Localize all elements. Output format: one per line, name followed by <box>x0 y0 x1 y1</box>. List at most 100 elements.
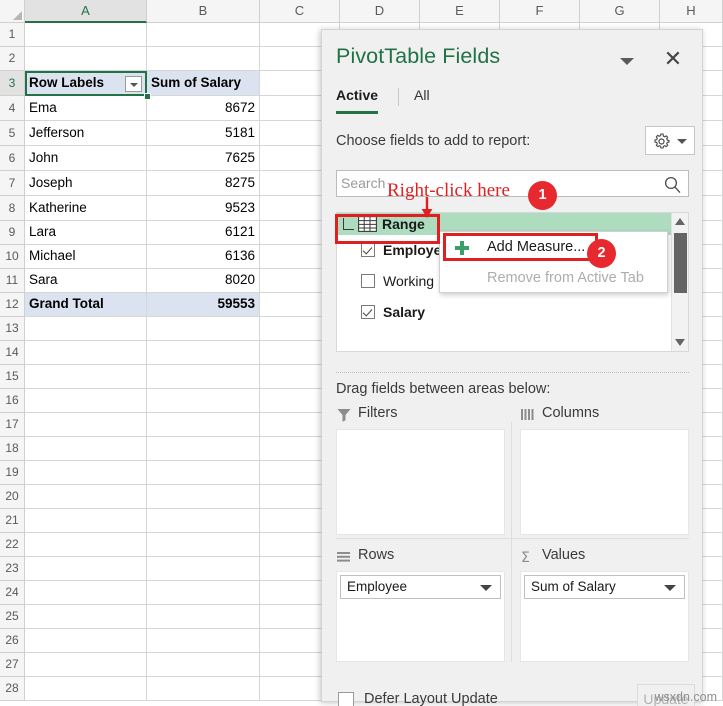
cell-empty[interactable] <box>147 341 260 365</box>
cell-A11[interactable]: Sara <box>25 269 147 293</box>
column-header-g[interactable]: G <box>580 0 660 23</box>
cell-B8[interactable]: 9523 <box>147 196 260 221</box>
row-header-23[interactable]: 23 <box>0 557 25 581</box>
cell-empty[interactable] <box>25 23 147 47</box>
cell-empty[interactable] <box>147 23 260 47</box>
cell-empty[interactable] <box>25 365 147 389</box>
cell-empty[interactable] <box>25 677 147 701</box>
cell-A8[interactable]: Katherine <box>25 196 147 221</box>
cell-empty[interactable] <box>147 653 260 677</box>
row-header-18[interactable]: 18 <box>0 437 25 461</box>
cell-B10[interactable]: 6136 <box>147 245 260 269</box>
cell-empty[interactable] <box>147 437 260 461</box>
cell-empty[interactable] <box>25 509 147 533</box>
row-header-2[interactable]: 2 <box>0 47 25 71</box>
column-header-c[interactable]: C <box>260 0 340 23</box>
field-chip-employee[interactable]: Employee <box>340 575 501 599</box>
row-header-20[interactable]: 20 <box>0 485 25 509</box>
cell-empty[interactable] <box>25 461 147 485</box>
area-columns[interactable]: Columns <box>520 405 689 535</box>
cell-empty[interactable] <box>25 317 147 341</box>
scrollbar-thumb[interactable] <box>674 233 687 293</box>
cell-empty[interactable] <box>147 389 260 413</box>
chevron-down-icon[interactable] <box>480 585 492 591</box>
cell-empty[interactable] <box>147 47 260 71</box>
row-header-11[interactable]: 11 <box>0 269 25 293</box>
defer-layout-update-checkbox[interactable] <box>338 692 354 706</box>
cell-A6[interactable]: John <box>25 146 147 171</box>
cell-empty[interactable] <box>147 557 260 581</box>
cell-empty[interactable] <box>147 509 260 533</box>
row-header-25[interactable]: 25 <box>0 605 25 629</box>
cell-B3[interactable]: Sum of Salary <box>147 71 260 96</box>
row-header-6[interactable]: 6 <box>0 146 25 171</box>
field-list-scrollbar[interactable] <box>671 213 688 351</box>
column-header-f[interactable]: F <box>500 0 580 23</box>
cell-B12[interactable]: 59553 <box>147 293 260 317</box>
column-header-b[interactable]: B <box>147 0 260 23</box>
cell-empty[interactable] <box>25 413 147 437</box>
area-rows-dropzone[interactable]: Employee <box>336 571 505 662</box>
cell-B5[interactable]: 5181 <box>147 121 260 146</box>
row-header-13[interactable]: 13 <box>0 317 25 341</box>
row-header-17[interactable]: 17 <box>0 413 25 437</box>
scroll-down-icon[interactable] <box>672 334 689 351</box>
row-header-12[interactable]: 12 <box>0 293 25 317</box>
cell-empty[interactable] <box>25 653 147 677</box>
tab-active[interactable]: Active <box>336 87 378 114</box>
area-filters-dropzone[interactable] <box>336 429 505 535</box>
row-header-15[interactable]: 15 <box>0 365 25 389</box>
cell-A10[interactable]: Michael <box>25 245 147 269</box>
cell-empty[interactable] <box>25 47 147 71</box>
area-columns-dropzone[interactable] <box>520 429 689 535</box>
row-header-9[interactable]: 9 <box>0 221 25 245</box>
column-header-h[interactable]: H <box>660 0 723 23</box>
row-header-26[interactable]: 26 <box>0 629 25 653</box>
row-header-1[interactable]: 1 <box>0 23 25 47</box>
row-header-10[interactable]: 10 <box>0 245 25 269</box>
cell-empty[interactable] <box>147 317 260 341</box>
row-header-4[interactable]: 4 <box>0 96 25 121</box>
cell-A9[interactable]: Lara <box>25 221 147 245</box>
row-header-27[interactable]: 27 <box>0 653 25 677</box>
cell-A5[interactable]: Jefferson <box>25 121 147 146</box>
cell-B11[interactable]: 8020 <box>147 269 260 293</box>
row-header-3[interactable]: 3 <box>0 71 25 96</box>
area-values-dropzone[interactable]: Sum of Salary <box>520 571 689 662</box>
cell-A3[interactable]: Row Labels <box>25 71 147 96</box>
pane-menu-caret-icon[interactable] <box>620 56 634 66</box>
row-header-21[interactable]: 21 <box>0 509 25 533</box>
field-list-settings-button[interactable] <box>645 126 695 155</box>
area-values[interactable]: Σ Values Sum of Salary <box>520 547 689 662</box>
cell-B9[interactable]: 6121 <box>147 221 260 245</box>
field-chip-sum-of-salary[interactable]: Sum of Salary <box>524 575 685 599</box>
cell-empty[interactable] <box>25 605 147 629</box>
cell-empty[interactable] <box>147 533 260 557</box>
row-header-16[interactable]: 16 <box>0 389 25 413</box>
cell-empty[interactable] <box>25 629 147 653</box>
row-header-8[interactable]: 8 <box>0 196 25 221</box>
cell-empty[interactable] <box>25 341 147 365</box>
row-header-22[interactable]: 22 <box>0 533 25 557</box>
checkbox-salary[interactable] <box>361 305 375 319</box>
cell-B7[interactable]: 8275 <box>147 171 260 196</box>
tab-all[interactable]: All <box>414 87 430 111</box>
cell-empty[interactable] <box>147 413 260 437</box>
cell-B4[interactable]: 8672 <box>147 96 260 121</box>
scroll-up-icon[interactable] <box>672 213 689 230</box>
area-rows[interactable]: Rows Employee <box>336 547 505 662</box>
row-header-5[interactable]: 5 <box>0 121 25 146</box>
cell-empty[interactable] <box>147 365 260 389</box>
column-header-a[interactable]: A <box>25 0 147 23</box>
row-header-14[interactable]: 14 <box>0 341 25 365</box>
column-header-d[interactable]: D <box>340 0 420 23</box>
cell-empty[interactable] <box>25 485 147 509</box>
cell-empty[interactable] <box>147 629 260 653</box>
cell-empty[interactable] <box>147 485 260 509</box>
cell-empty[interactable] <box>25 581 147 605</box>
row-header-28[interactable]: 28 <box>0 677 25 701</box>
cell-A12[interactable]: Grand Total <box>25 293 147 317</box>
select-all-corner[interactable] <box>0 0 25 23</box>
checkbox-working-hours[interactable] <box>361 274 375 288</box>
area-filters[interactable]: Filters <box>336 405 505 535</box>
